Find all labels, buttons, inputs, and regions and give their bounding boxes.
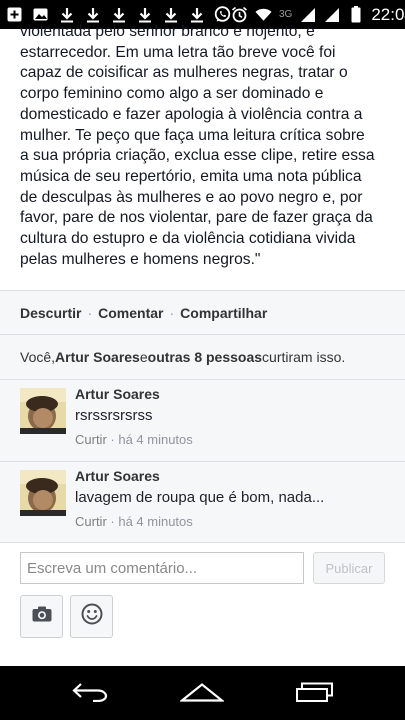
comment-item: Artur Soares lavagem de roupa que é bom,… <box>0 461 405 542</box>
download-icon <box>188 6 205 23</box>
smiley-icon <box>81 603 103 630</box>
avatar[interactable] <box>20 388 66 434</box>
comment-like-button[interactable]: Curtir <box>75 432 107 447</box>
comment-item: Artur Soares rsrssrsrsrss Curtir · há 4 … <box>0 379 405 461</box>
sticker-button[interactable] <box>70 595 113 638</box>
navigation-bar <box>0 666 405 720</box>
likes-middle: e <box>139 349 148 365</box>
signal-icon <box>323 6 340 23</box>
comment-input-placeholder: Escreva um comentário... <box>27 559 198 577</box>
download-icon <box>162 6 179 23</box>
back-button[interactable] <box>66 680 114 708</box>
comment-like-button[interactable]: Curtir <box>75 514 107 529</box>
likes-others[interactable]: outras 8 pessoas <box>148 349 262 365</box>
download-icon <box>84 6 101 23</box>
comment-author[interactable]: Artur Soares <box>75 468 160 484</box>
comment-meta: Curtir · há 4 minutos <box>75 432 193 447</box>
camera-icon <box>32 606 52 627</box>
home-icon <box>178 682 226 707</box>
separator: · <box>106 514 119 529</box>
comment-button[interactable]: Comentar <box>98 305 163 321</box>
post-text: violentada pelo senhor branco é nojento,… <box>20 23 375 268</box>
download-icon <box>58 6 75 23</box>
separator: · <box>106 432 119 447</box>
whatsapp-icon <box>214 6 231 23</box>
post-actions: Descurtir · Comentar · Compartilhar <box>0 290 405 334</box>
download-icon <box>136 6 153 23</box>
comment-timestamp: há 4 minutos <box>118 514 193 529</box>
back-icon <box>71 682 109 707</box>
likes-prefix: Você, <box>20 349 56 365</box>
recents-button[interactable] <box>291 680 339 708</box>
image-icon <box>32 6 49 23</box>
signal-icon <box>299 6 316 23</box>
comment-timestamp: há 4 minutos <box>118 432 193 447</box>
network-type: 3G <box>279 9 293 20</box>
share-button[interactable]: Compartilhar <box>180 305 267 321</box>
add-box-icon <box>6 6 23 23</box>
post-body: violentada pelo senhor branco é nojento,… <box>0 23 405 290</box>
comment-author[interactable]: Artur Soares <box>75 386 160 402</box>
battery-icon <box>347 6 364 23</box>
notification-icons <box>6 6 231 23</box>
publish-button[interactable]: Publicar <box>313 552 385 584</box>
comment-composer: Escreva um comentário... Publicar <box>0 542 405 666</box>
likes-summary[interactable]: Você, Artur Soares e outras 8 pessoas cu… <box>0 334 405 379</box>
wifi-icon <box>255 6 272 23</box>
home-button[interactable] <box>178 680 226 708</box>
separator: · <box>87 304 93 321</box>
separator: · <box>169 304 175 321</box>
avatar[interactable] <box>20 470 66 516</box>
comment-input[interactable]: Escreva um comentário... <box>20 552 304 584</box>
recents-icon <box>295 682 335 707</box>
comment-meta: Curtir · há 4 minutos <box>75 514 193 529</box>
likes-suffix: curtiram isso. <box>262 349 346 365</box>
comment-text: rsrssrsrsrss <box>75 407 153 424</box>
unlike-button[interactable]: Descurtir <box>20 305 81 321</box>
download-icon <box>110 6 127 23</box>
alarm-icon <box>231 6 248 23</box>
liker-name[interactable]: Artur Soares <box>55 349 140 365</box>
photo-button[interactable] <box>20 595 63 638</box>
comment-text: lavagem de roupa que é bom, nada... <box>75 489 325 506</box>
